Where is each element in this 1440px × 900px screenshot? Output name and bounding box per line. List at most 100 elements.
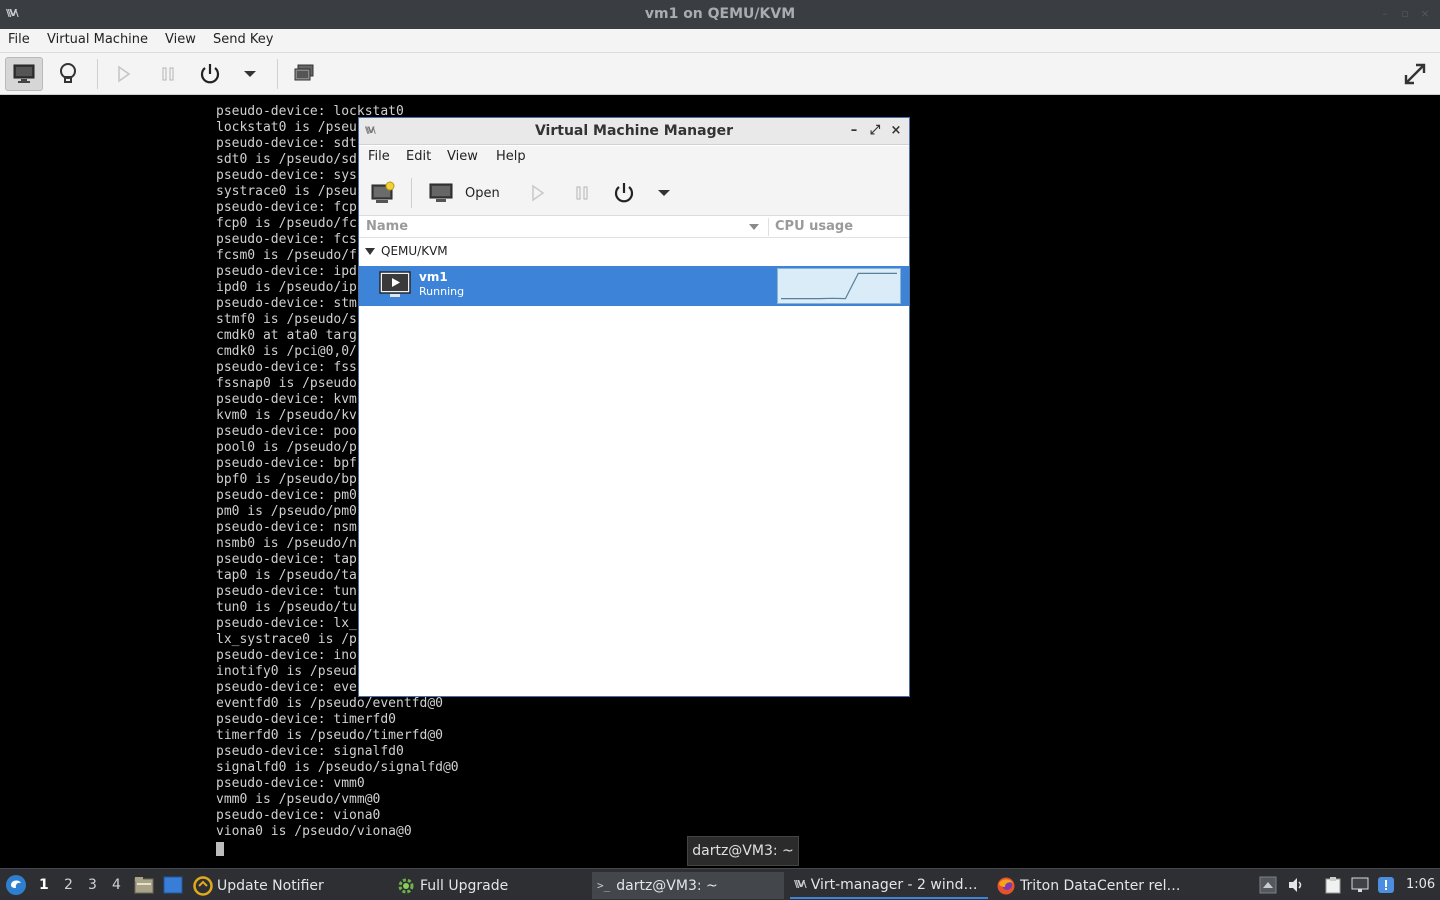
- clock[interactable]: 1:06: [1406, 877, 1435, 892]
- task-virt-manager[interactable]: \\V\ Virt-manager - 2 wind…: [790, 872, 988, 899]
- monitor-icon: [429, 183, 453, 202]
- volume-icon[interactable]: [1287, 876, 1305, 894]
- power-icon: [200, 64, 220, 84]
- console-line: viona0 is /pseudo/viona@0: [216, 824, 412, 839]
- tray-expand-icon[interactable]: [1259, 876, 1277, 894]
- task-update-notifier[interactable]: Update Notifier: [193, 872, 388, 899]
- chevron-down-icon: [244, 71, 256, 77]
- virt-manager-icon: \\V\: [794, 879, 807, 890]
- play-icon: [118, 65, 131, 83]
- vmm-toolbar: Open: [359, 170, 909, 216]
- console-line: pseudo-device: timerfd0: [216, 712, 397, 727]
- task-label: dartz@VM3: ~: [616, 877, 718, 894]
- task-label: Full Upgrade: [420, 877, 509, 894]
- console-line: pseudo-device: viona0: [216, 808, 381, 823]
- cpu-usage-sparkline: [781, 272, 897, 300]
- fullscreen-button[interactable]: [1396, 57, 1434, 91]
- vmm-power-dropdown[interactable]: [645, 176, 683, 210]
- console-line: eventfd0 is /pseudo/eventfd@0: [216, 696, 443, 711]
- power-menu-dropdown[interactable]: [231, 57, 269, 91]
- vm-status: Running: [419, 285, 465, 298]
- console-line: pseudo-device: vmm0: [216, 776, 365, 791]
- task-terminal[interactable]: >_ dartz@VM3: ~: [592, 872, 784, 899]
- lightbulb-icon: [60, 63, 76, 83]
- start-menu-icon[interactable]: [5, 874, 27, 896]
- console-cursor: [216, 842, 224, 856]
- toolbar-separator: [277, 59, 278, 89]
- vmm-menu-file[interactable]: File: [368, 149, 390, 164]
- task-full-upgrade[interactable]: Full Upgrade: [396, 872, 586, 899]
- firefox-icon: [997, 877, 1015, 894]
- cpu-usage-column-header[interactable]: CPU usage: [775, 219, 853, 234]
- task-firefox[interactable]: Triton DataCenter rel…: [994, 872, 1194, 899]
- new-vm-button[interactable]: [364, 176, 402, 210]
- task-label: Update Notifier: [217, 877, 324, 894]
- taskbar: 1 2 3 4 Update Notifier Full Upgrade >_ …: [0, 868, 1440, 900]
- menu-file[interactable]: File: [8, 32, 30, 47]
- vmm-menu-help[interactable]: Help: [496, 149, 526, 164]
- run-button[interactable]: [105, 57, 143, 91]
- name-column-header[interactable]: Name: [366, 219, 408, 234]
- close-icon[interactable]: ×: [1418, 7, 1432, 21]
- fullscreen-icon: [1404, 63, 1426, 85]
- console-line: vmm0 is /pseudo/vmm@0: [216, 792, 381, 807]
- outer-window-title: vm1 on QEMU/KVM: [644, 6, 796, 22]
- details-view-button[interactable]: [49, 57, 87, 91]
- virtual-machine-manager-window: \\V\ Virtual Machine Manager – ⤢ × File …: [358, 117, 910, 697]
- outer-titlebar[interactable]: \\V\ vm1 on QEMU/KVM – ▫ ×: [0, 0, 1440, 29]
- vmm-titlebar[interactable]: \\V\ Virtual Machine Manager – ⤢ ×: [359, 118, 909, 145]
- vmm-close-icon[interactable]: ×: [889, 123, 903, 139]
- file-manager-icon[interactable]: [134, 876, 154, 894]
- vmm-power-button[interactable]: [605, 176, 643, 210]
- vmm-pause-button[interactable]: [563, 176, 601, 210]
- power-button[interactable]: [191, 57, 229, 91]
- vm-name: vm1: [419, 270, 448, 284]
- sort-chevron-icon[interactable]: [748, 223, 760, 231]
- pause-icon: [576, 186, 588, 200]
- minimize-icon[interactable]: –: [1378, 7, 1392, 21]
- vmm-window-title: Virtual Machine Manager: [534, 123, 734, 139]
- vm-list-header: Name CPU usage: [359, 216, 909, 238]
- vmm-menubar: File Edit View Help: [359, 146, 909, 170]
- update-notifier-icon: [193, 875, 213, 896]
- open-button[interactable]: Open: [419, 176, 509, 210]
- snapshots-button[interactable]: [285, 57, 323, 91]
- console-line: pseudo-device: signalfd0: [216, 744, 404, 759]
- workspace-4[interactable]: 4: [112, 877, 121, 893]
- network-icon[interactable]: [1351, 876, 1369, 894]
- console-view-button[interactable]: [5, 57, 43, 91]
- open-button-label: Open: [465, 185, 500, 201]
- connection-group-row[interactable]: QEMU/KVM: [359, 239, 909, 265]
- outer-toolbar: [0, 53, 1440, 95]
- vmm-run-button[interactable]: [519, 176, 557, 210]
- outer-menubar: File Virtual Machine View Send Key: [0, 29, 1440, 53]
- power-icon: [614, 183, 634, 203]
- vmm-menu-edit[interactable]: Edit: [406, 149, 431, 164]
- task-label: Triton DataCenter rel…: [1020, 877, 1181, 894]
- workspace-1[interactable]: 1: [39, 877, 49, 893]
- vmm-menu-view[interactable]: View: [447, 149, 478, 164]
- vmm-maximize-icon[interactable]: ⤢: [868, 123, 882, 139]
- console-line: signalfd0 is /pseudo/signalfd@0: [216, 760, 459, 775]
- new-vm-icon: [371, 181, 395, 203]
- vm-row-selected[interactable]: vm1 Running: [359, 266, 909, 306]
- vmm-minimize-icon[interactable]: –: [847, 123, 861, 139]
- menu-send-key[interactable]: Send Key: [213, 32, 273, 47]
- play-icon: [532, 184, 545, 202]
- clipboard-icon[interactable]: [1324, 876, 1342, 894]
- chevron-down-icon: [658, 190, 670, 196]
- expander-icon[interactable]: [365, 248, 375, 256]
- workspace-2[interactable]: 2: [64, 877, 73, 893]
- menu-virtual-machine[interactable]: Virtual Machine: [47, 32, 148, 47]
- pause-button[interactable]: [149, 57, 187, 91]
- notification-icon[interactable]: [1377, 876, 1395, 894]
- workspace-3[interactable]: 3: [88, 877, 97, 893]
- column-divider: [768, 218, 769, 236]
- vm-running-icon: [379, 271, 411, 297]
- toolbar-separator: [97, 59, 98, 89]
- connection-name: QEMU/KVM: [381, 244, 448, 258]
- menu-view[interactable]: View: [165, 32, 196, 47]
- snapshots-icon: [294, 64, 314, 81]
- maximize-icon[interactable]: ▫: [1398, 7, 1412, 21]
- show-desktop-icon[interactable]: [163, 876, 183, 894]
